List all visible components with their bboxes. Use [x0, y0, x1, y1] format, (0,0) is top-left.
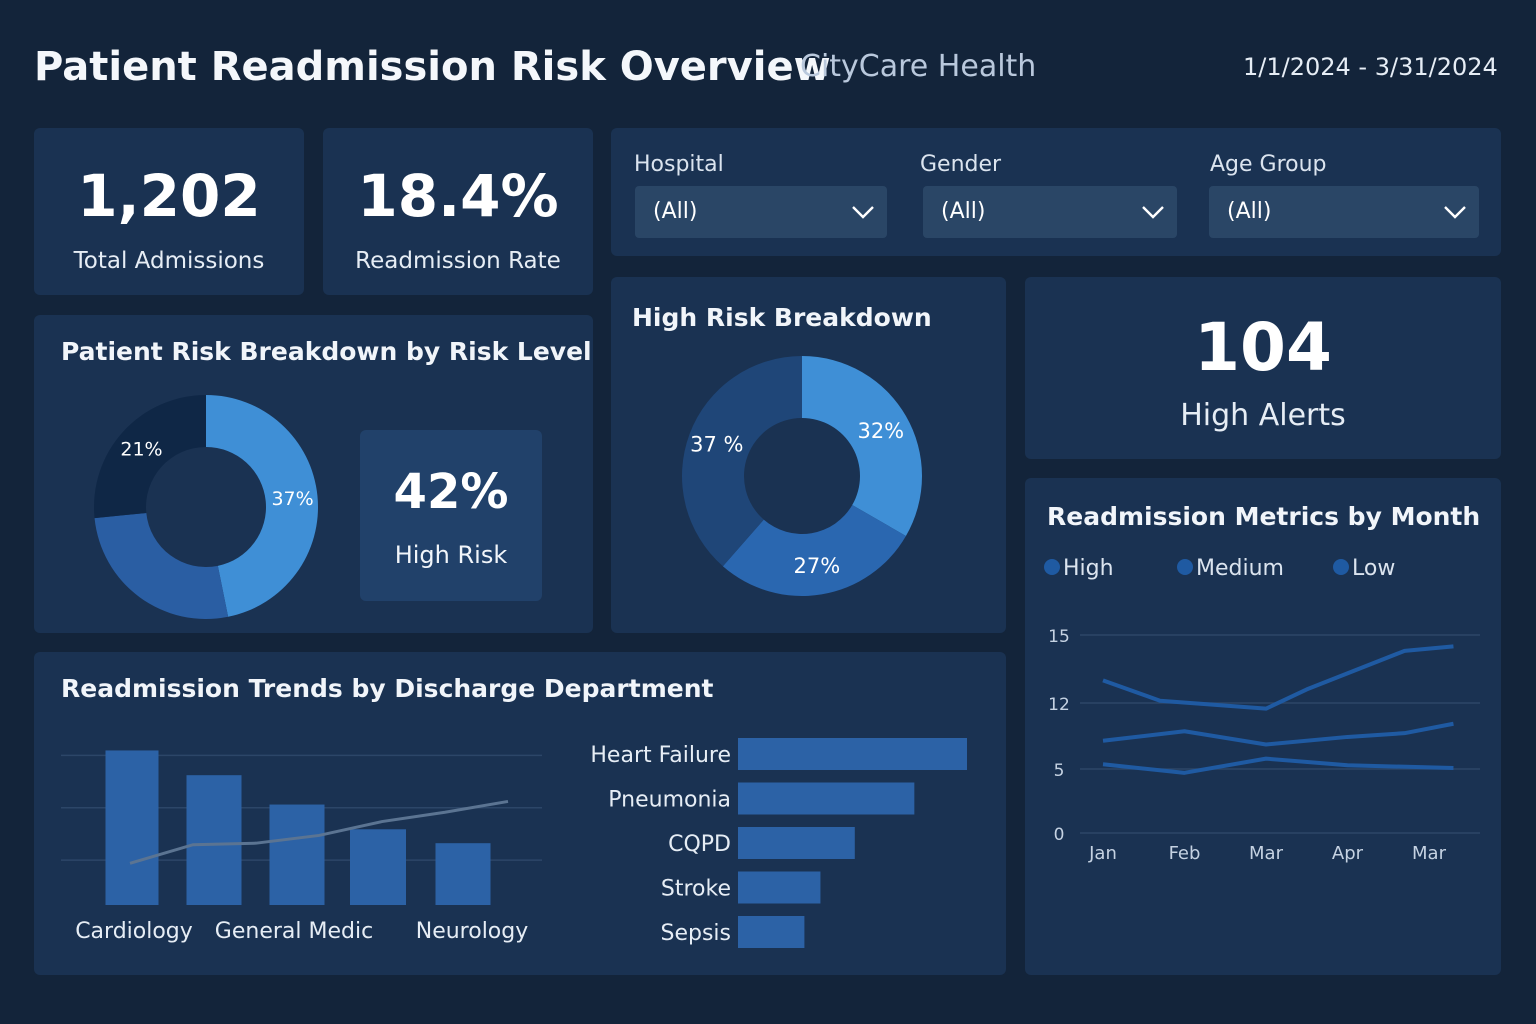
hospital-select-value: (All): [653, 199, 698, 224]
hbar-label: CQPD: [668, 832, 731, 857]
series-line-high[interactable]: [1102, 644, 1454, 711]
high-risk-label: High Risk: [394, 541, 508, 569]
donut-slice-label: 37%: [271, 488, 313, 510]
series-line-low[interactable]: [1102, 756, 1454, 775]
donut-slice-label: 27%: [793, 554, 840, 578]
y-tick-label: 5: [1054, 761, 1065, 781]
series-line-medium[interactable]: [1102, 721, 1454, 747]
x-tick-label: Mar: [1412, 843, 1447, 864]
chevron-down-icon: [1142, 206, 1164, 219]
gender-select[interactable]: (All): [923, 186, 1177, 238]
kpi-card-high-alerts: 104 High Alerts: [1025, 277, 1501, 459]
chevron-down-icon: [1444, 206, 1466, 219]
x-tick-label: Mar: [1249, 843, 1284, 864]
date-range[interactable]: 1/1/2024 - 3/31/2024: [1243, 53, 1498, 81]
kpi-value-high-alerts: 104: [1194, 309, 1332, 386]
y-tick-label: 0: [1054, 825, 1065, 845]
organization-name: CityCare Health: [800, 49, 1037, 84]
age-group-select[interactable]: (All): [1209, 186, 1479, 238]
department-trends-card: Readmission Trends by Discharge Departme…: [34, 652, 1006, 975]
hbar[interactable]: [738, 738, 967, 770]
hbar-label: Pneumonia: [608, 788, 731, 813]
kpi-value-total-admissions: 1,202: [77, 162, 261, 230]
risk-breakdown-donut: 37% 21%: [93, 395, 318, 619]
legend-label: Medium: [1196, 556, 1284, 581]
high-risk-highlight: 42% High Risk: [360, 430, 542, 601]
filter-label-hospital: Hospital: [634, 152, 724, 177]
y-tick-label: 15: [1048, 627, 1070, 647]
hbar-label: Stroke: [661, 877, 731, 902]
legend-label: High: [1063, 556, 1114, 581]
hospital-select[interactable]: (All): [635, 186, 887, 238]
donut-slice-label: 37 %: [690, 432, 743, 456]
filter-label-gender: Gender: [920, 152, 1002, 177]
category-label: General Medic: [215, 919, 373, 944]
hbar[interactable]: [738, 871, 821, 904]
x-tick-label: Jan: [1088, 843, 1117, 864]
kpi-label-readmission-rate: Readmission Rate: [355, 248, 561, 274]
hbar[interactable]: [738, 782, 915, 815]
bar[interactable]: [105, 750, 159, 905]
page-title: Patient Readmission Risk Overview: [34, 44, 831, 90]
high-risk-breakdown-card: High Risk Breakdown 32% 27% 37 %: [611, 277, 1006, 633]
donut-slice-label: 32%: [857, 419, 904, 443]
hbar-label: Sepsis: [660, 921, 731, 946]
legend-marker: [1333, 559, 1349, 575]
hbar[interactable]: [738, 827, 855, 859]
risk-breakdown-card: Patient Risk Breakdown by Risk Level 37%…: [34, 315, 593, 633]
x-tick-label: Apr: [1332, 843, 1364, 864]
x-tick-label: Feb: [1169, 843, 1201, 864]
kpi-value-readmission-rate: 18.4%: [357, 162, 559, 230]
y-tick-label: 12: [1048, 695, 1070, 715]
department-bar-chart: Cardiology General Medic Neurology Heart Fa…: [61, 738, 967, 948]
hbar[interactable]: [738, 916, 805, 948]
age-group-select-value: (All): [1227, 199, 1272, 224]
legend-marker: [1044, 559, 1060, 575]
bar[interactable]: [186, 775, 242, 905]
category-label: Neurology: [416, 919, 529, 944]
kpi-card-readmission-rate: 18.4% Readmission Rate: [323, 128, 593, 295]
donut-slice[interactable]: [94, 512, 229, 619]
kpi-label-high-alerts: High Alerts: [1180, 398, 1346, 433]
bar[interactable]: [269, 804, 325, 905]
gender-select-value: (All): [941, 199, 986, 224]
filter-panel: Hospital (All) Gender (All) Age Group (A…: [611, 128, 1501, 256]
monthly-metrics-card: Readmission Metrics by Month High Medium L…: [1025, 478, 1501, 975]
legend-label: Low: [1352, 556, 1395, 581]
category-label: Cardiology: [75, 919, 193, 944]
legend-marker: [1177, 559, 1193, 575]
chevron-down-icon: [852, 206, 874, 219]
donut-slice-label: 21%: [120, 438, 162, 460]
donut-slice[interactable]: [802, 356, 922, 536]
high-risk-value: 42%: [393, 464, 509, 520]
hbar-label: Heart Failure: [590, 743, 731, 768]
kpi-card-total-admissions: 1,202 Total Admissions: [34, 128, 304, 295]
filter-label-age-group: Age Group: [1210, 152, 1327, 177]
high-risk-breakdown-donut: 32% 27% 37 %: [682, 356, 922, 596]
bar[interactable]: [435, 843, 491, 905]
bar[interactable]: [350, 829, 406, 905]
monthly-line-chart: High Medium Low 15 12 5 0 Jan Feb Mar Apr Mar: [1044, 556, 1480, 864]
kpi-label-total-admissions: Total Admissions: [73, 248, 265, 274]
